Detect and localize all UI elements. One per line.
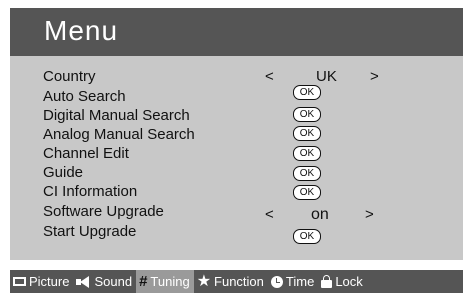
ok-button[interactable]: OK	[293, 85, 321, 100]
menu-item-auto-search[interactable]: Auto Search OK	[43, 85, 453, 106]
star-icon: ★	[196, 272, 212, 290]
arrow-left-icon[interactable]: <	[265, 206, 274, 224]
tab-picture[interactable]: Picture	[10, 270, 73, 293]
software-upgrade-value: on	[311, 206, 329, 223]
menu-item-digital-manual-search[interactable]: Digital Manual Search OK	[43, 107, 453, 125]
lock-icon	[321, 275, 333, 288]
menu-item-start-upgrade[interactable]: Start Upgrade OK	[43, 223, 453, 244]
clock-icon	[270, 275, 283, 288]
menu-item-label: Digital Manual Search	[43, 107, 190, 124]
menu-item-label: Channel Edit	[43, 145, 129, 162]
menu-item-label: Auto Search	[43, 88, 126, 105]
menu-item-analog-manual-search[interactable]: Analog Manual Search OK	[43, 126, 453, 144]
speaker-icon	[76, 275, 91, 288]
menu-item-guide[interactable]: Guide OK	[43, 164, 453, 182]
tv-osd-menu: Menu Country < UK > Auto Search OK Digit…	[0, 0, 473, 293]
menu-item-label: Guide	[43, 164, 84, 181]
tab-label: Lock	[335, 274, 363, 289]
menu-item-channel-edit[interactable]: Channel Edit OK	[43, 145, 453, 163]
tab-label: Sound	[94, 274, 133, 289]
menu-item-ci-information[interactable]: CI Information OK	[43, 183, 453, 201]
menu-header: Menu	[10, 8, 463, 56]
tab-function[interactable]: ★ Function	[194, 270, 268, 293]
tuning-settings-panel: Country < UK > Auto Search OK Digital Ma…	[10, 56, 463, 260]
arrow-right-icon[interactable]: >	[365, 206, 374, 224]
menu-item-software-upgrade[interactable]: Software Upgrade < on >	[43, 203, 453, 224]
menu-title: Menu	[44, 15, 119, 46]
menu-item-label: Country	[43, 68, 96, 85]
tab-time[interactable]: Time	[268, 270, 318, 293]
menu-item-label: Software Upgrade	[43, 203, 164, 220]
tab-label: Tuning	[150, 274, 190, 289]
arrow-left-icon[interactable]: <	[265, 68, 274, 86]
grid-icon: #	[139, 272, 148, 290]
tab-label: Function	[214, 274, 264, 289]
tab-tuning[interactable]: # Tuning	[136, 270, 194, 293]
menu-item-label: Start Upgrade	[43, 223, 137, 240]
ok-button[interactable]: OK	[293, 126, 321, 141]
ok-button[interactable]: OK	[293, 229, 321, 244]
menu-item-label: CI Information	[43, 183, 138, 200]
menu-item-label: Analog Manual Search	[43, 126, 195, 143]
menu-item-country[interactable]: Country < UK >	[43, 68, 453, 86]
picture-icon	[13, 277, 26, 286]
tab-label: Picture	[29, 274, 70, 289]
ok-button[interactable]: OK	[293, 166, 321, 181]
ok-button[interactable]: OK	[293, 107, 321, 122]
ok-button[interactable]: OK	[293, 185, 321, 200]
category-tab-bar: Picture Sound # Tuning ★ Function Time L…	[10, 270, 463, 293]
country-value: UK	[316, 68, 337, 85]
arrow-right-icon[interactable]: >	[370, 68, 379, 86]
tab-sound[interactable]: Sound	[73, 270, 136, 293]
ok-button[interactable]: OK	[293, 146, 321, 161]
tab-lock[interactable]: Lock	[318, 270, 366, 293]
tab-label: Time	[285, 274, 315, 289]
